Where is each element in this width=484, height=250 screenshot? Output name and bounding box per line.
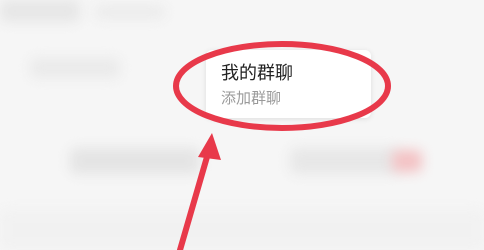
circle-highlight bbox=[173, 41, 391, 131]
screenshot-stage: 我的群聊 添加群聊 bbox=[0, 0, 484, 250]
annotation-overlay bbox=[173, 41, 391, 250]
arrow-up-icon bbox=[177, 133, 221, 250]
